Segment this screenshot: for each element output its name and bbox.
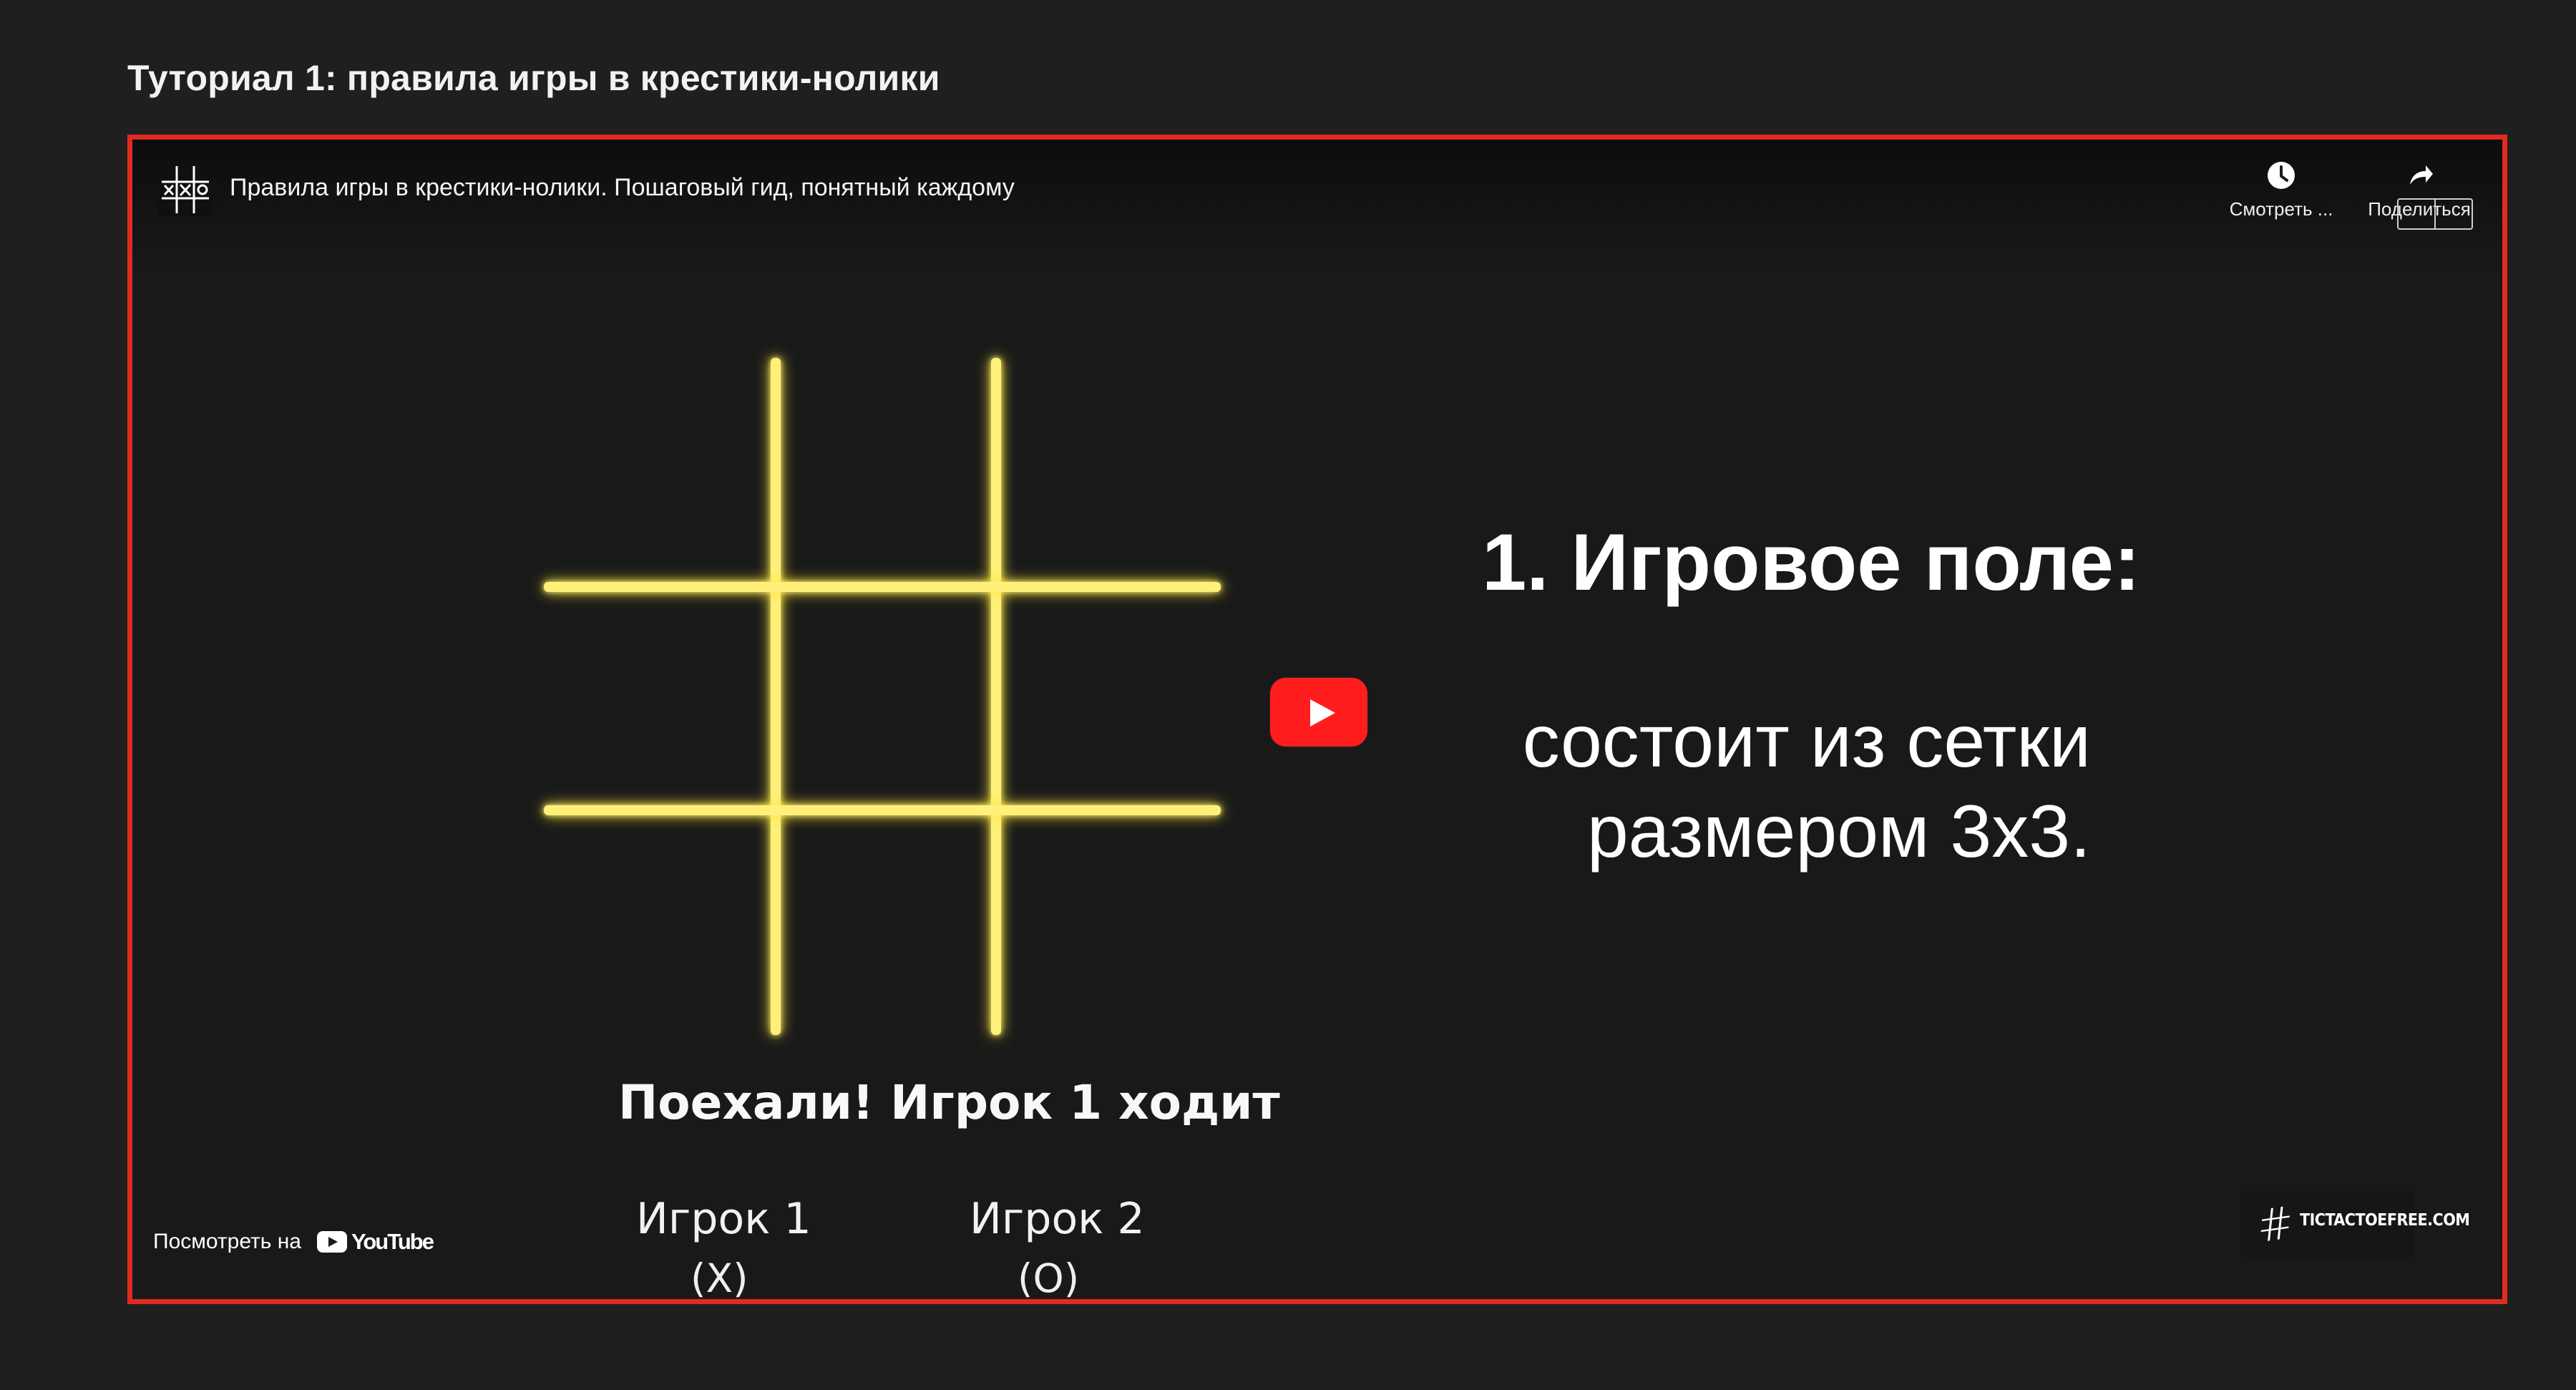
hash-logo-icon: #: [2253, 1195, 2298, 1253]
video-top-shade: [132, 140, 2502, 276]
youtube-play-icon[interactable]: [1270, 678, 1367, 747]
slide-description: состоит из сетки размером 3х3.: [1523, 696, 2091, 877]
tic-tac-toe-grid: [544, 358, 1231, 1045]
watch-later-button[interactable]: Смотреть ...: [2213, 160, 2349, 231]
video-title-link[interactable]: Правила игры в крестики-нолики. Пошаговы…: [230, 173, 1015, 202]
watch-on-youtube-link[interactable]: Посмотреть на YouTube: [153, 1223, 434, 1260]
youtube-logo-icon: [316, 1231, 347, 1253]
share-overlay-box: [2397, 198, 2473, 230]
grid-vertical-line-1: [771, 358, 781, 1035]
watch-later-label: Смотреть ...: [2229, 198, 2333, 220]
tic-tac-toe-logo-icon[interactable]: [158, 162, 213, 217]
video-player[interactable]: Правила игры в крестики-нолики. Пошаговы…: [132, 140, 2502, 1299]
grid-vertical-line-2: [991, 358, 1001, 1035]
section-title: Туториал 1: правила игры в крестики-ноли…: [127, 58, 940, 98]
youtube-logo: YouTube: [316, 1229, 434, 1254]
site-watermark-text: TICTACTOEFREE.COM: [2299, 1211, 2470, 1230]
share-arrow-icon: [2410, 165, 2433, 185]
watch-on-label: Посмотреть на: [153, 1230, 301, 1253]
player-1-label: Игрок 1: [636, 1194, 811, 1244]
video-embed-frame[interactable]: Правила игры в крестики-нолики. Пошаговы…: [127, 135, 2507, 1304]
slide-caption: Поехали! Игрок 1 ходит: [618, 1075, 1280, 1130]
clock-icon: [2268, 162, 2295, 189]
player-1-symbol: (X): [691, 1255, 748, 1299]
player-2-label: Игрок 2: [970, 1194, 1145, 1244]
grid-horizontal-line-1: [544, 582, 1221, 592]
site-watermark: # TICTACTOEFREE.COM: [2241, 1192, 2470, 1258]
slide-heading: 1. Игровое поле:: [1482, 517, 2141, 607]
slide-description-line-2: размером 3х3.: [1586, 790, 2091, 873]
slide-description-line-1: состоит из сетки: [1522, 700, 2091, 783]
grid-horizontal-line-2: [544, 805, 1221, 815]
youtube-wordmark: YouTube: [351, 1229, 434, 1254]
page: Туториал 1: правила игры в крестики-ноли…: [0, 0, 2576, 1390]
player-2-symbol: (O): [1018, 1255, 1080, 1299]
